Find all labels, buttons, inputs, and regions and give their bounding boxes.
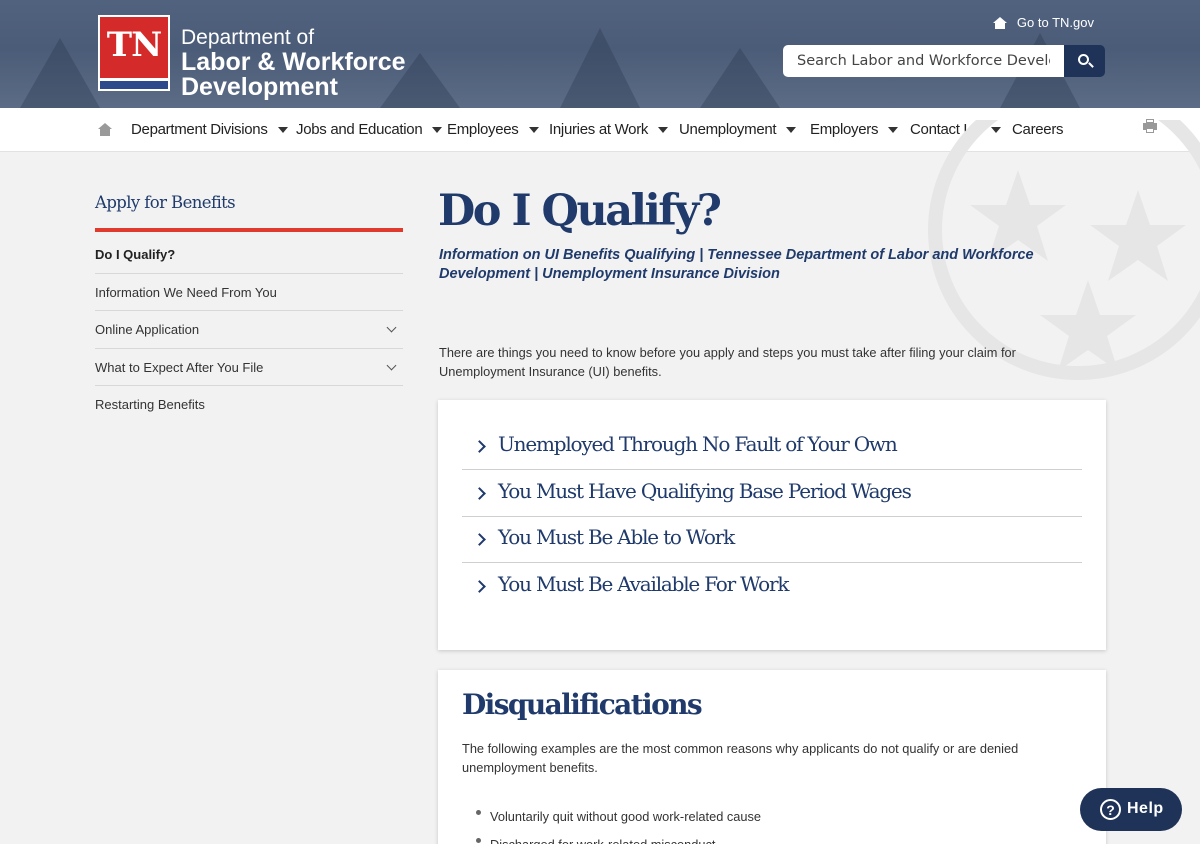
nav-injuries-at-work[interactable]: Injuries at Work bbox=[549, 108, 669, 152]
chevron-right-icon bbox=[473, 487, 486, 500]
logo-line3: Development bbox=[181, 73, 338, 101]
chevron-right-icon bbox=[473, 533, 486, 546]
sidebar-item-do-i-qualify[interactable]: Do I Qualify? bbox=[95, 236, 403, 274]
sidebar-item-restarting-benefits[interactable]: Restarting Benefits bbox=[95, 386, 403, 424]
qualify-accordion-card: Unemployed Through No Fault of Your Own … bbox=[438, 400, 1106, 650]
page-title: Do I Qualify? bbox=[438, 186, 722, 236]
sidebar-nav: Do I Qualify? Information We Need From Y… bbox=[95, 236, 403, 424]
chevron-down-icon[interactable] bbox=[386, 322, 397, 333]
disqualifications-text: The following examples are the most comm… bbox=[462, 741, 1019, 775]
accordion-item[interactable]: You Must Be Able to Work bbox=[462, 516, 1082, 563]
intro-text: There are things you need to know before… bbox=[439, 345, 1016, 379]
accordion-label: You Must Be Available For Work bbox=[498, 572, 789, 596]
chevron-right-icon bbox=[473, 580, 486, 593]
sidebar-title[interactable]: Apply for Benefits bbox=[95, 193, 236, 212]
list-item: Discharged for work-related misconduct bbox=[476, 831, 761, 844]
header-bg-tree bbox=[700, 48, 780, 108]
help-label: Help bbox=[1127, 800, 1164, 817]
accordion-label: You Must Be Able to Work bbox=[498, 525, 735, 549]
site-header: TN Department of Labor & Workforce Devel… bbox=[0, 0, 1200, 108]
accordion-label: You Must Have Qualifying Base Period Wag… bbox=[498, 479, 912, 503]
caret-down-icon bbox=[528, 127, 539, 134]
sidebar-item-what-to-expect[interactable]: What to Expect After You File bbox=[95, 349, 403, 387]
question-icon: ? bbox=[1100, 799, 1121, 820]
disqualifications-card: Disqualifications The following examples… bbox=[438, 670, 1106, 844]
goto-label: Go to TN.gov bbox=[1016, 15, 1094, 30]
logo-line2: Labor & Workforce bbox=[181, 48, 406, 76]
page-subtitle: Information on UI Benefits Qualifying | … bbox=[439, 247, 1034, 282]
disqualifications-list: Voluntarily quit without good work-relat… bbox=[476, 803, 761, 844]
sidebar-accent-bar bbox=[95, 228, 403, 232]
nav-unemployment[interactable]: Unemployment bbox=[679, 108, 797, 152]
disqualifications-heading: Disqualifications bbox=[462, 688, 703, 721]
list-item: Voluntarily quit without good work-relat… bbox=[476, 803, 761, 831]
sidebar-item-label: Do I Qualify? bbox=[95, 247, 176, 262]
nav-employees[interactable]: Employees bbox=[447, 108, 539, 152]
search-form bbox=[783, 45, 1105, 77]
caret-down-icon bbox=[658, 127, 669, 134]
tn-logo-mark: TN bbox=[106, 25, 162, 65]
search-button[interactable] bbox=[1064, 45, 1105, 77]
search-input[interactable] bbox=[783, 45, 1064, 77]
caret-down-icon bbox=[277, 127, 288, 134]
logo-line1: Department of bbox=[181, 26, 315, 49]
tn-logo[interactable]: TN bbox=[98, 15, 170, 91]
nav-label: Employees bbox=[447, 121, 519, 138]
caret-down-icon bbox=[432, 127, 443, 134]
home-icon bbox=[992, 16, 1007, 29]
chevron-right-icon bbox=[473, 440, 486, 453]
accordion-item[interactable]: You Must Be Available For Work bbox=[462, 563, 1082, 610]
nav-label: Jobs and Education bbox=[296, 121, 423, 138]
sidebar-item-label: What to Expect After You File bbox=[95, 359, 264, 375]
sidebar-item-label: Information We Need From You bbox=[95, 284, 277, 300]
goto-tn-gov-link[interactable]: Go to TN.gov bbox=[992, 15, 1094, 30]
nav-jobs-and-education[interactable]: Jobs and Education bbox=[296, 108, 443, 152]
help-button[interactable]: ? Help bbox=[1080, 788, 1182, 831]
sidebar-item-online-application[interactable]: Online Application bbox=[95, 311, 403, 349]
chevron-down-icon[interactable] bbox=[386, 360, 397, 371]
caret-down-icon bbox=[786, 127, 797, 134]
accordion-label: Unemployed Through No Fault of Your Own bbox=[498, 432, 898, 456]
sidebar-item-label: Online Application bbox=[95, 322, 200, 338]
sidebar-item-label: Restarting Benefits bbox=[95, 397, 205, 413]
sidebar-item-information-we-need[interactable]: Information We Need From You bbox=[95, 274, 403, 312]
nav-department-divisions[interactable]: Department Divisions bbox=[131, 108, 288, 152]
nav-label: Department Divisions bbox=[131, 121, 268, 138]
nav-label: Unemployment bbox=[679, 121, 777, 138]
nav-label: Injuries at Work bbox=[549, 121, 649, 138]
header-bg-tree bbox=[20, 38, 100, 108]
nav-label: Employers bbox=[810, 121, 879, 138]
accordion-item[interactable]: You Must Have Qualifying Base Period Wag… bbox=[462, 470, 1082, 517]
department-logo-text[interactable]: Department of Labor & Workforce Developm… bbox=[181, 26, 406, 100]
nav-home-icon[interactable] bbox=[98, 123, 112, 136]
caret-down-icon bbox=[888, 127, 899, 134]
header-bg-tree bbox=[560, 28, 640, 108]
nav-employers[interactable]: Employers bbox=[810, 108, 899, 152]
accordion-item[interactable]: Unemployed Through No Fault of Your Own bbox=[462, 423, 1082, 470]
